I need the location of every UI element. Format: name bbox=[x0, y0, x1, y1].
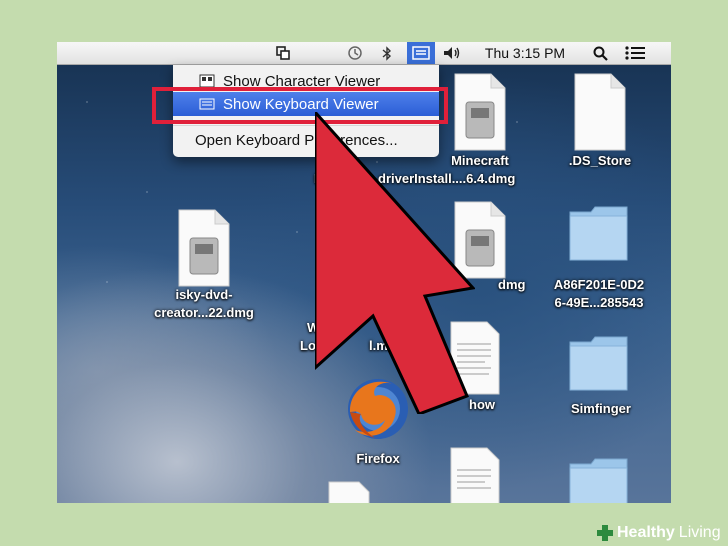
dmg-file-icon[interactable] bbox=[171, 208, 237, 288]
file-icon[interactable] bbox=[325, 480, 375, 503]
file-label: Firefox bbox=[356, 451, 400, 466]
watermark: Healthy Living bbox=[596, 522, 721, 544]
file-label: Simfinger bbox=[571, 401, 631, 416]
time-machine-icon[interactable] bbox=[343, 42, 367, 64]
window-switch-icon[interactable] bbox=[271, 42, 295, 64]
pointer-arrow-annotation bbox=[315, 112, 475, 414]
watermark-part1: Healthy bbox=[617, 524, 675, 541]
file-label: Lo bbox=[300, 338, 316, 353]
desktop-screen: Thu 3:15 PM Minecraft F driverInstall...… bbox=[57, 42, 671, 503]
menu-bar: Thu 3:15 PM bbox=[57, 42, 671, 65]
volume-icon[interactable] bbox=[441, 42, 463, 64]
bluetooth-icon[interactable] bbox=[377, 42, 397, 64]
menubar-clock[interactable]: Thu 3:15 PM bbox=[473, 42, 577, 64]
character-viewer-icon bbox=[199, 74, 215, 88]
file-label: dmg bbox=[498, 277, 526, 292]
notification-list-icon[interactable] bbox=[623, 42, 647, 64]
folder-icon[interactable] bbox=[567, 454, 633, 503]
file-label: A86F201E-0D2 bbox=[553, 277, 645, 292]
folder-icon[interactable] bbox=[567, 202, 633, 266]
file-icon[interactable] bbox=[567, 72, 633, 152]
folder-icon[interactable] bbox=[567, 332, 633, 396]
plus-icon bbox=[597, 525, 613, 541]
file-label: .DS_Store bbox=[568, 153, 632, 168]
watermark-part2: Living bbox=[678, 524, 721, 541]
keyboard-viewer-icon[interactable] bbox=[407, 42, 435, 64]
file-label: isky-dvd- bbox=[175, 287, 233, 302]
file-label: creator...22.dmg bbox=[154, 305, 254, 320]
document-icon[interactable] bbox=[445, 446, 505, 503]
file-label: 6-49E...285543 bbox=[554, 295, 644, 310]
spotlight-icon[interactable] bbox=[589, 42, 611, 64]
